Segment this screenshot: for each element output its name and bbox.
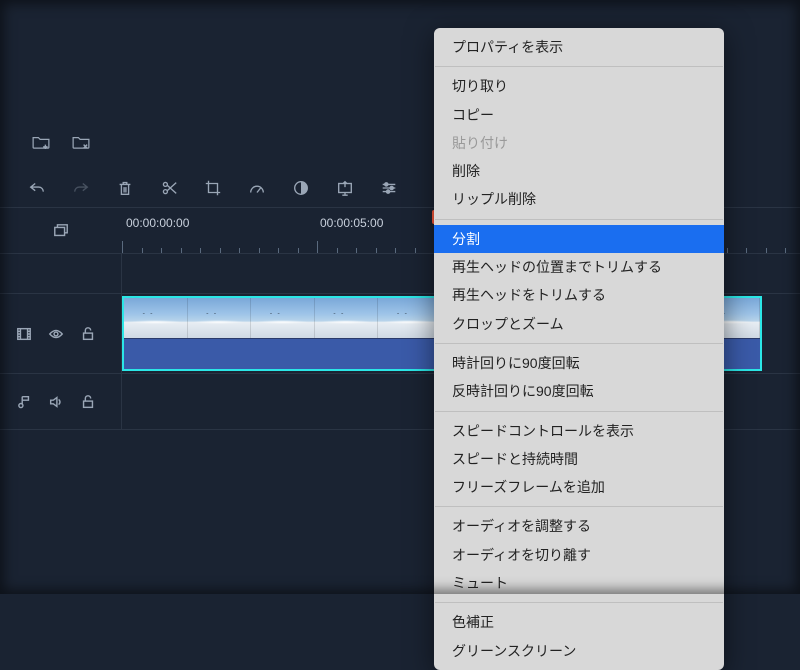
menu-item[interactable]: リップル削除	[434, 185, 724, 213]
eye-icon[interactable]	[48, 326, 64, 342]
speedometer-icon[interactable]	[248, 179, 266, 197]
lock-icon[interactable]	[80, 394, 96, 410]
clip-context-menu: プロパティを表示切り取りコピー貼り付け削除リップル削除分割再生ヘッドの位置までト…	[434, 28, 724, 670]
menu-item: 貼り付け	[434, 129, 724, 157]
trash-icon[interactable]	[116, 179, 134, 197]
menu-item[interactable]: 分割	[434, 225, 724, 253]
menu-separator	[435, 602, 723, 603]
menu-item[interactable]: フリーズフレームを追加	[434, 473, 724, 501]
menu-item[interactable]: コピー	[434, 101, 724, 129]
menu-item[interactable]: 切り取り	[434, 72, 724, 100]
folder-remove-button[interactable]	[72, 135, 90, 154]
menu-item[interactable]: 削除	[434, 157, 724, 185]
timecode-1: 00:00:05:00	[320, 216, 383, 230]
speaker-icon[interactable]	[48, 394, 64, 410]
color-icon[interactable]	[292, 179, 310, 197]
menu-separator	[435, 411, 723, 412]
menu-separator	[435, 66, 723, 67]
menu-item[interactable]: オーディオを切り離す	[434, 541, 724, 569]
undo-icon[interactable]	[28, 179, 46, 197]
menu-item[interactable]: オーディオを調整する	[434, 512, 724, 540]
menu-separator	[435, 506, 723, 507]
menu-item[interactable]: クロップとズーム	[434, 310, 724, 338]
menu-item[interactable]: プロパティを表示	[434, 33, 724, 61]
scissors-icon[interactable]	[160, 179, 178, 197]
menu-item[interactable]: スピードコントロールを表示	[434, 417, 724, 445]
menu-separator	[435, 219, 723, 220]
media-stack-icon[interactable]	[53, 223, 69, 239]
menu-item[interactable]: スピードと持続時間	[434, 445, 724, 473]
music-note-icon[interactable]	[16, 394, 32, 410]
menu-item[interactable]: 時計回りに90度回転	[434, 349, 724, 377]
redo-icon	[72, 179, 90, 197]
menu-separator	[435, 343, 723, 344]
menu-item[interactable]: 再生ヘッドの位置までトリムする	[434, 253, 724, 281]
folder-x-icon	[72, 135, 90, 149]
timecode-0: 00:00:00:00	[126, 216, 189, 230]
export-frame-icon[interactable]	[336, 179, 354, 197]
lock-icon[interactable]	[80, 326, 96, 342]
crop-icon[interactable]	[204, 179, 222, 197]
menu-item[interactable]: ミュート	[434, 569, 724, 597]
filmstrip-icon[interactable]	[16, 326, 32, 342]
folder-plus-icon	[32, 135, 50, 149]
menu-item[interactable]: 再生ヘッドをトリムする	[434, 281, 724, 309]
menu-item[interactable]: グリーンスクリーン	[434, 637, 724, 665]
sliders-icon[interactable]	[380, 179, 398, 197]
folder-add-button[interactable]	[32, 135, 50, 154]
menu-item[interactable]: 反時計回りに90度回転	[434, 377, 724, 405]
menu-item[interactable]: 色補正	[434, 608, 724, 636]
